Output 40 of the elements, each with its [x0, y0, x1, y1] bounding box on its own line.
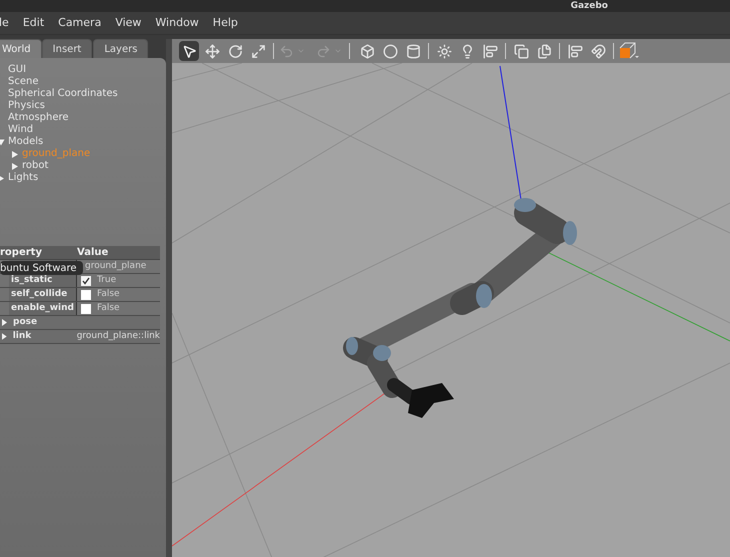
checkbox[interactable]	[81, 304, 91, 314]
checkmark-icon	[82, 276, 90, 284]
pointer-icon[interactable]	[179, 41, 199, 61]
property-name: enable_wind	[10, 302, 74, 315]
property-name: self_collide	[10, 288, 68, 301]
tree-item[interactable]: Lights	[8, 172, 38, 184]
property-value: True	[97, 274, 116, 287]
checkbox[interactable]	[81, 276, 91, 286]
column-header: roperty	[0, 246, 43, 260]
menu-item[interactable]: Help	[212, 14, 238, 32]
menu-item[interactable]: le	[0, 14, 9, 32]
property-value: ground_plane	[85, 260, 146, 273]
tree-item[interactable]: robot	[22, 160, 48, 172]
menu-item[interactable]: View	[115, 14, 142, 32]
property-value: False	[97, 288, 120, 301]
property-name: pose	[13, 316, 38, 329]
column-header: Value	[77, 246, 108, 260]
tree-item[interactable]: Spherical Coordinates	[8, 88, 118, 100]
window-title: Gazebo	[570, 0, 608, 12]
menu-item[interactable]: Edit	[22, 14, 44, 32]
expand-arrow-icon[interactable]	[12, 150, 18, 158]
tree-item[interactable]: Physics	[8, 100, 45, 112]
view-cube-icon[interactable]	[619, 42, 639, 60]
property-value: ground_plane::link	[76, 330, 160, 343]
checkbox[interactable]	[81, 290, 91, 300]
expand-arrow-icon[interactable]	[12, 162, 18, 170]
tab[interactable]: Insert	[42, 39, 92, 58]
menu-item[interactable]: Window	[155, 14, 199, 32]
tree-item[interactable]: Atmosphere	[8, 112, 69, 124]
menu-item[interactable]: Camera	[58, 14, 102, 32]
tree-item[interactable]: GUI	[8, 64, 26, 76]
tree-item[interactable]: Scene	[8, 76, 38, 88]
property-name: is_static	[10, 274, 52, 287]
property-value: False	[97, 302, 120, 315]
tree-item[interactable]: Wind	[8, 124, 34, 136]
tree-item[interactable]: Models	[8, 136, 44, 148]
tooltip: buntu Software	[0, 261, 83, 275]
tab[interactable]: Layers	[93, 39, 148, 58]
tab[interactable]: World	[0, 39, 42, 58]
property-name: link	[12, 330, 32, 343]
